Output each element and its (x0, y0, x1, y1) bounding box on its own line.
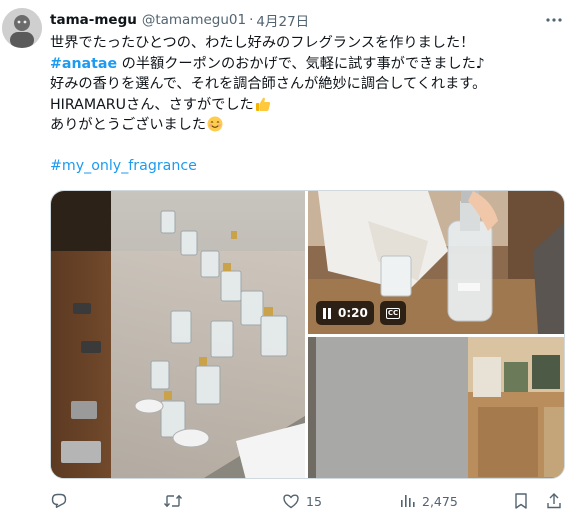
video-playback-control[interactable]: 0:20 (316, 301, 374, 325)
hashtag-anatae[interactable]: #anatae (50, 56, 117, 72)
hashtag-my-only-fragrance[interactable]: #my_only_fragrance (50, 156, 565, 177)
thumbs-up-emoji (255, 96, 271, 112)
photo-shop-interior[interactable] (308, 337, 564, 478)
tweet-line-1: 世界でたったひとつの、わたし好みのフレグランスを作りました！ (50, 35, 475, 51)
display-name[interactable]: tama-megu (50, 12, 137, 28)
bookmark-icon[interactable] (513, 492, 529, 510)
tweet-line-2-text: の半額クーポンのおかげで、気軽に試す事ができました♪ (117, 55, 485, 72)
avatar[interactable] (2, 8, 42, 48)
separator: · (249, 12, 254, 28)
video-perfume-mixing[interactable]: 0:20 CC (308, 191, 564, 334)
video-time: 0:20 (338, 306, 368, 320)
tweet-line-4-text: HIRAMARUさん、さすがでした (50, 96, 254, 113)
reply-icon[interactable] (50, 492, 68, 510)
heart-icon[interactable] (282, 492, 300, 510)
share-icon[interactable] (545, 492, 563, 510)
pause-icon[interactable] (322, 307, 332, 319)
photo-perfume-counter[interactable] (51, 191, 305, 478)
share-button[interactable] (545, 490, 563, 511)
reply-button[interactable] (50, 490, 68, 511)
tweet-date[interactable]: 4月27日 (256, 10, 309, 30)
captions-icon: CC (385, 307, 401, 319)
user-handle[interactable]: @tamamegu01 (142, 12, 246, 28)
retweet-icon[interactable] (163, 492, 183, 510)
media-grid: 0:20 CC (50, 190, 565, 479)
bookmark-button[interactable] (513, 490, 529, 511)
like-count: 15 (306, 493, 322, 509)
tweet-line-3: 好みの香りを選んで、それを調合師さんが絶妙に調合してくれます。 (50, 76, 487, 92)
tweet-line-4: HIRAMARUさん、さすがでした (50, 95, 565, 116)
views-bar-chart-icon[interactable] (398, 492, 416, 510)
tweet-text: 世界でたったひとつの、わたし好みのフレグランスを作りました！ #anatae の… (50, 33, 565, 177)
views-count: 2,475 (422, 493, 458, 509)
captions-button[interactable]: CC (380, 301, 406, 325)
tweet-line-5: ありがとうございました (50, 115, 565, 136)
tweet-line-2: #anatae の半額クーポンのおかげで、気軽に試す事ができました♪ (50, 54, 565, 75)
like-button[interactable]: 15 (282, 490, 322, 511)
tweet-header: tama-megu @tamamegu01 · 4月27日 (50, 10, 309, 30)
smiling-face-emoji (207, 116, 223, 132)
retweet-button[interactable] (163, 490, 183, 511)
tweet-line-5-text: ありがとうございました (50, 117, 207, 133)
tweet-actions: 15 2,475 (46, 490, 568, 511)
more-options-icon[interactable] (543, 9, 565, 31)
views-button[interactable]: 2,475 (398, 490, 458, 511)
